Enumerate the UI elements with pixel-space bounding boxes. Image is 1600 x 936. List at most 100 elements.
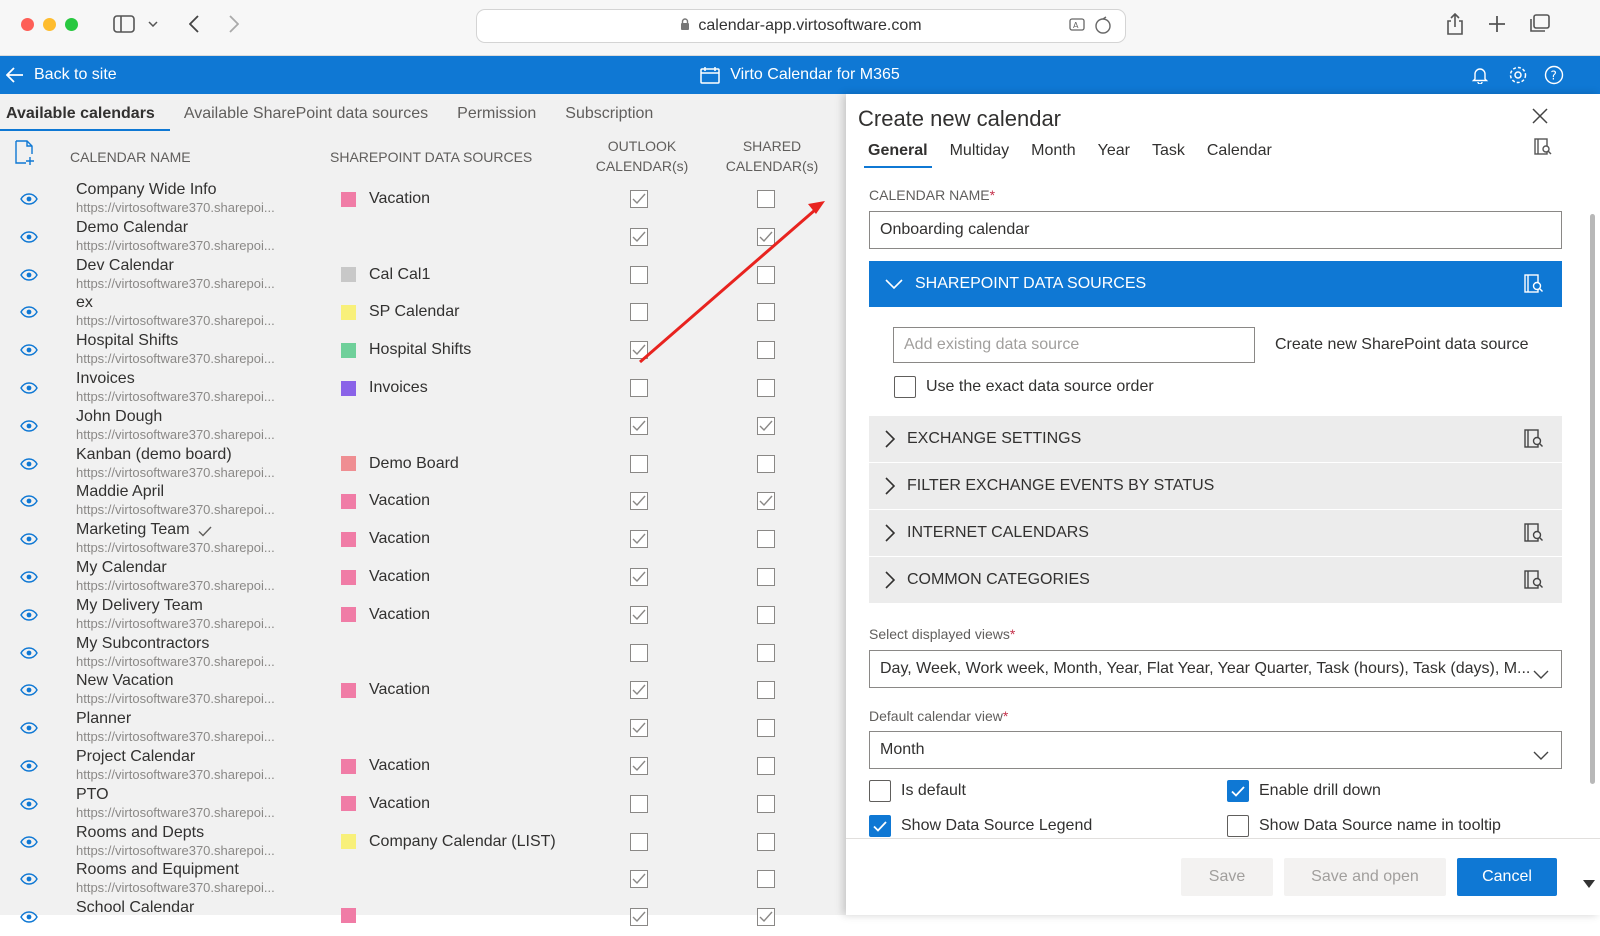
table-row[interactable]: Planner https://virtosoftware370.sharepoi… (0, 709, 846, 747)
shared-calendar-checkbox[interactable] (757, 190, 775, 208)
outlook-calendar-checkbox[interactable] (630, 832, 648, 851)
calendar-name[interactable]: My Calendar (76, 559, 167, 577)
book-search-icon[interactable] (1524, 429, 1544, 454)
outlook-calendar-checkbox[interactable] (630, 227, 648, 246)
calendar-name[interactable]: School Calendar (76, 899, 194, 917)
table-row[interactable]: Invoices https://virtosoftware370.sharepo… (0, 369, 846, 407)
eye-icon[interactable] (20, 759, 38, 777)
internet-calendars-section[interactable]: INTERNET CALENDARS (869, 510, 1562, 556)
is-default-checkbox[interactable]: Is default (869, 780, 966, 802)
column-header-calendar-name[interactable]: CALENDAR NAME (70, 147, 191, 167)
outlook-calendar-checkbox[interactable] (630, 303, 648, 322)
shared-calendar-checkbox[interactable] (757, 227, 775, 246)
common-categories-section[interactable]: COMMON CATEGORIES (869, 557, 1562, 603)
shared-calendar-checkbox[interactable] (757, 454, 775, 473)
table-row[interactable]: Demo Calendar https://virtosoftware370.sh… (0, 218, 846, 256)
table-row[interactable]: New Vacation https://virtosoftware370.sha… (0, 671, 846, 709)
table-row[interactable]: Kanban (demo board) https://virtosoftware… (0, 445, 846, 483)
calendar-name[interactable]: ex (76, 294, 93, 312)
calendar-name[interactable]: John Dough (76, 408, 162, 426)
cancel-button[interactable]: Cancel (1457, 858, 1557, 896)
tab-multiday[interactable]: Multiday (940, 134, 1020, 168)
eye-icon[interactable] (20, 646, 38, 664)
tab-permission[interactable]: Permission (451, 94, 551, 134)
outlook-calendar-checkbox[interactable] (630, 190, 648, 208)
outlook-calendar-checkbox[interactable] (630, 681, 648, 700)
shared-calendar-checkbox[interactable] (757, 757, 775, 775)
shared-calendar-checkbox[interactable] (757, 908, 775, 927)
create-sharepoint-data-source-link[interactable]: Create new SharePoint data source (1275, 336, 1528, 354)
sidebar-toggle-icon[interactable] (112, 12, 136, 36)
shared-calendar-checkbox[interactable] (757, 303, 775, 322)
column-header-shared-calendars[interactable]: SHARED CALENDAR(s) (720, 136, 824, 176)
table-row[interactable]: My Subcontractors https://virtosoftware37… (0, 634, 846, 672)
eye-icon[interactable] (20, 683, 38, 701)
bell-icon[interactable] (1470, 65, 1490, 85)
panel-scrollbar[interactable] (1590, 214, 1595, 784)
table-row[interactable]: Dev Calendar https://virtosoftware370.sha… (0, 256, 846, 294)
calendar-name[interactable]: PTO (76, 786, 109, 804)
table-row[interactable]: Project Calendar https://virtosoftware370… (0, 747, 846, 785)
shared-calendar-checkbox[interactable] (757, 416, 775, 435)
book-search-icon[interactable] (1534, 138, 1552, 161)
outlook-calendar-checkbox[interactable] (630, 379, 648, 397)
new-tab-icon[interactable] (1486, 12, 1508, 36)
show-tooltip-box[interactable] (1227, 815, 1249, 837)
book-search-icon[interactable] (1524, 523, 1544, 548)
calendar-name[interactable]: Rooms and Depts (76, 824, 204, 842)
eye-icon[interactable] (20, 872, 38, 890)
outlook-calendar-checkbox[interactable] (630, 605, 648, 624)
outlook-calendar-checkbox[interactable] (630, 492, 648, 511)
enable-drill-down-box[interactable] (1227, 780, 1249, 802)
eye-icon[interactable] (20, 721, 38, 739)
calendar-name[interactable]: Dev Calendar (76, 257, 174, 275)
shared-calendar-checkbox[interactable] (757, 719, 775, 738)
tab-month[interactable]: Month (1021, 134, 1085, 168)
table-row[interactable]: Maddie April https://virtosoftware370.sha… (0, 482, 846, 520)
share-icon[interactable] (1444, 12, 1466, 36)
outlook-calendar-checkbox[interactable] (630, 794, 648, 813)
book-search-icon[interactable] (1524, 274, 1544, 299)
add-calendar-icon[interactable] (14, 140, 36, 169)
table-row[interactable]: ex https://virtosoftware370.sharepoi... SP… (0, 293, 846, 331)
outlook-calendar-checkbox[interactable] (630, 719, 648, 738)
eye-icon[interactable] (20, 570, 38, 588)
close-window-button[interactable] (21, 18, 34, 31)
calendar-name[interactable]: Marketing Team (76, 521, 190, 539)
eye-icon[interactable] (20, 192, 38, 210)
calendar-name[interactable]: My Subcontractors (76, 635, 209, 653)
eye-icon[interactable] (20, 494, 38, 512)
calendar-name-input[interactable]: Onboarding calendar (869, 211, 1562, 249)
tab-available-calendars[interactable]: Available calendars (0, 94, 170, 134)
close-icon[interactable] (1532, 108, 1548, 129)
displayed-views-select[interactable]: Day, Week, Work week, Month, Year, Flat … (869, 650, 1562, 688)
tab-calendar[interactable]: Calendar (1197, 134, 1282, 168)
back-nav-icon[interactable] (184, 12, 204, 36)
table-row[interactable]: Company Wide Info https://virtosoftware37… (0, 180, 846, 218)
shared-calendar-checkbox[interactable] (757, 530, 775, 549)
eye-icon[interactable] (20, 608, 38, 626)
minimize-window-button[interactable] (43, 18, 56, 31)
table-row[interactable]: Rooms and Equipment https://virtosoftware… (0, 860, 846, 898)
add-data-source-input[interactable]: Add existing data source (893, 327, 1255, 363)
shared-calendar-checkbox[interactable] (757, 605, 775, 624)
outlook-calendar-checkbox[interactable] (630, 908, 648, 927)
shared-calendar-checkbox[interactable] (757, 265, 775, 284)
book-search-icon[interactable] (1524, 570, 1544, 595)
column-header-outlook-calendars[interactable]: OUTLOOK CALENDAR(s) (590, 136, 694, 176)
filter-exchange-events-section[interactable]: FILTER EXCHANGE EVENTS BY STATUS (869, 463, 1562, 509)
calendar-name[interactable]: New Vacation (76, 672, 174, 690)
table-row[interactable]: My Calendar https://virtosoftware370.shar… (0, 558, 846, 596)
calendar-name[interactable]: Invoices (76, 370, 135, 388)
shared-calendar-checkbox[interactable] (757, 568, 775, 586)
help-icon[interactable]: ? (1544, 65, 1564, 85)
calendar-name[interactable]: Planner (76, 710, 131, 728)
eye-icon[interactable] (20, 343, 38, 361)
outlook-calendar-checkbox[interactable] (630, 341, 648, 360)
save-and-open-button[interactable]: Save and open (1284, 858, 1446, 896)
eye-icon[interactable] (20, 532, 38, 550)
shared-calendar-checkbox[interactable] (757, 794, 775, 813)
table-row[interactable]: Hospital Shifts https://virtosoftware370.… (0, 331, 846, 369)
translate-icon[interactable]: A (1069, 16, 1113, 40)
eye-icon[interactable] (20, 835, 38, 853)
